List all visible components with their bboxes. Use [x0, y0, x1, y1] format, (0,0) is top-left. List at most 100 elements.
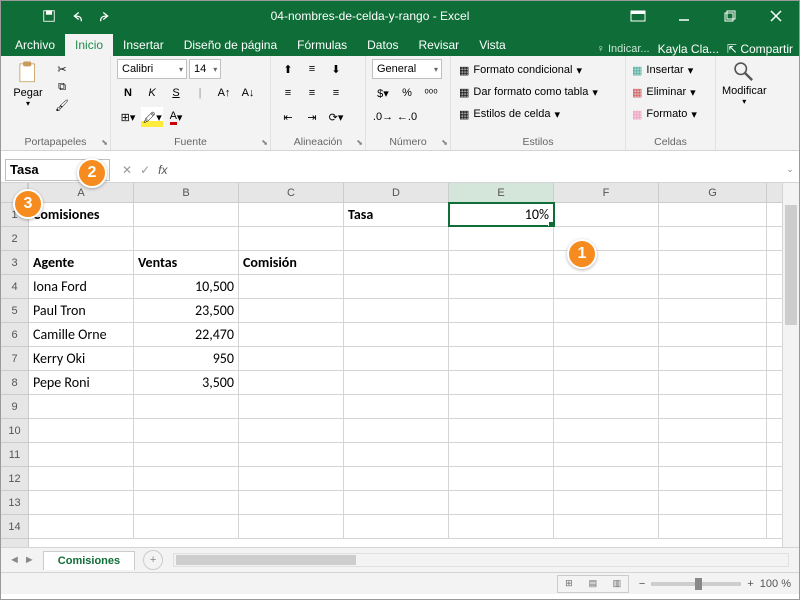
font-size-select[interactable]: 14	[189, 59, 221, 79]
zoom-slider[interactable]	[651, 582, 741, 586]
cell[interactable]	[239, 275, 344, 298]
cell[interactable]	[239, 347, 344, 370]
cell[interactable]	[449, 395, 554, 418]
cell[interactable]	[659, 299, 767, 322]
cell[interactable]	[554, 371, 659, 394]
normal-view-icon[interactable]: ⊞	[558, 576, 580, 592]
redo-icon[interactable]	[93, 4, 117, 28]
dialog-launcher-icon[interactable]: ⬊	[356, 138, 363, 147]
percent-icon[interactable]: %	[396, 83, 418, 103]
cell[interactable]	[659, 419, 767, 442]
save-icon[interactable]	[37, 4, 61, 28]
cell[interactable]	[449, 467, 554, 490]
column-header[interactable]: D	[344, 183, 449, 202]
insert-cells-button[interactable]: ▦Insertar▾	[632, 59, 697, 81]
font-color-icon[interactable]: A▾	[165, 107, 187, 127]
increase-indent-icon[interactable]: ⇥	[301, 107, 323, 127]
cell[interactable]	[659, 347, 767, 370]
column-header[interactable]: B	[134, 183, 239, 202]
cell[interactable]: Tasa	[344, 203, 449, 226]
align-top-icon[interactable]: ⬆	[277, 59, 299, 79]
increase-font-icon[interactable]: A↑	[213, 83, 235, 103]
cell[interactable]: Comisiones	[29, 203, 134, 226]
zoom-out-icon[interactable]: −	[639, 578, 645, 590]
cell[interactable]	[449, 419, 554, 442]
comma-icon[interactable]: ⁰⁰⁰	[420, 83, 442, 103]
number-format-select[interactable]: General	[372, 59, 442, 79]
align-right-icon[interactable]: ≡	[325, 83, 347, 103]
cell[interactable]	[659, 395, 767, 418]
cell[interactable]	[344, 299, 449, 322]
cell[interactable]: 3,500	[134, 371, 239, 394]
fx-icon[interactable]: fx	[158, 163, 167, 177]
cancel-formula-icon[interactable]: ✕	[122, 163, 132, 177]
row-header[interactable]: 8	[1, 371, 28, 395]
cell[interactable]	[554, 395, 659, 418]
zoom-in-icon[interactable]: +	[747, 578, 753, 590]
tab-inicio[interactable]: Inicio	[65, 34, 113, 56]
cell[interactable]	[449, 227, 554, 250]
cell[interactable]	[344, 347, 449, 370]
cell[interactable]: Ventas	[134, 251, 239, 274]
copy-icon[interactable]: ⧉	[53, 79, 71, 95]
cell[interactable]	[239, 227, 344, 250]
cell[interactable]	[134, 227, 239, 250]
cell[interactable]	[239, 371, 344, 394]
cell[interactable]	[134, 419, 239, 442]
cell[interactable]	[659, 251, 767, 274]
align-center-icon[interactable]: ≡	[301, 83, 323, 103]
cell[interactable]	[239, 395, 344, 418]
cell[interactable]	[344, 467, 449, 490]
cell[interactable]	[134, 395, 239, 418]
cell[interactable]	[344, 515, 449, 538]
align-middle-icon[interactable]: ≡	[301, 59, 323, 79]
cell[interactable]	[239, 203, 344, 226]
cell[interactable]: Iona Ford	[29, 275, 134, 298]
cell[interactable]	[344, 251, 449, 274]
vertical-scrollbar[interactable]	[782, 183, 799, 547]
maximize-icon[interactable]	[707, 1, 753, 31]
cell[interactable]	[659, 323, 767, 346]
edit-button[interactable]: Modificar ▾	[722, 59, 767, 106]
bold-button[interactable]: N	[117, 83, 139, 103]
ribbon-options-icon[interactable]	[615, 1, 661, 31]
cell[interactable]	[659, 203, 767, 226]
column-header[interactable]: G	[659, 183, 767, 202]
cell[interactable]	[554, 443, 659, 466]
formula-input[interactable]	[175, 159, 781, 181]
column-header[interactable]: F	[554, 183, 659, 202]
cell[interactable]	[554, 347, 659, 370]
sheet-tab[interactable]: Comisiones	[43, 551, 135, 570]
dialog-launcher-icon[interactable]: ⬊	[101, 138, 108, 147]
cell[interactable]	[554, 491, 659, 514]
cell[interactable]	[554, 515, 659, 538]
dialog-launcher-icon[interactable]: ⬊	[261, 138, 268, 147]
cell-styles-button[interactable]: ▦Estilos de celda▾	[457, 103, 600, 125]
dialog-launcher-icon[interactable]: ⬊	[441, 138, 448, 147]
format-cells-button[interactable]: ▦Formato▾	[632, 103, 697, 125]
row-header[interactable]: 11	[1, 443, 28, 467]
tell-me[interactable]: ♀ Indicar...	[597, 43, 650, 55]
cell[interactable]	[449, 491, 554, 514]
underline-button[interactable]: S	[165, 83, 187, 103]
cell[interactable]	[554, 299, 659, 322]
cell[interactable]	[29, 443, 134, 466]
tab-revisar[interactable]: Revisar	[409, 34, 470, 56]
tab-diseno[interactable]: Diseño de página	[174, 34, 287, 56]
cell[interactable]	[344, 371, 449, 394]
cell[interactable]	[554, 275, 659, 298]
tab-vista[interactable]: Vista	[469, 34, 515, 56]
cell[interactable]	[29, 395, 134, 418]
currency-icon[interactable]: $▾	[372, 83, 394, 103]
italic-button[interactable]: K	[141, 83, 163, 103]
fill-color-icon[interactable]: 🖍▾	[141, 107, 163, 127]
tab-insertar[interactable]: Insertar	[113, 34, 174, 56]
row-header[interactable]: 9	[1, 395, 28, 419]
cell[interactable]	[659, 371, 767, 394]
cell[interactable]: 23,500	[134, 299, 239, 322]
cell[interactable]	[134, 467, 239, 490]
expand-formula-icon[interactable]: ⌄	[781, 164, 799, 175]
cell[interactable]	[134, 491, 239, 514]
tab-formulas[interactable]: Fórmulas	[287, 34, 357, 56]
cell[interactable]	[659, 515, 767, 538]
